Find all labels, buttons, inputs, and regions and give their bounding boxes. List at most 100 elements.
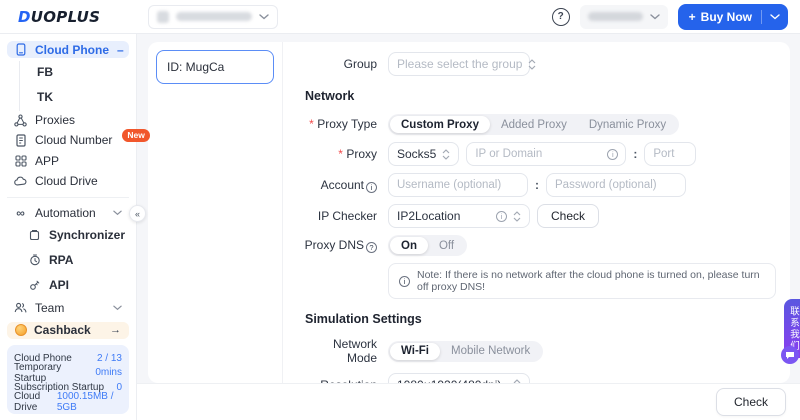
resolution-select[interactable]: 1080×1920(480dpi) (388, 373, 530, 383)
chevron-down-icon (650, 14, 660, 20)
brand-logo: DUOPLUS (0, 8, 137, 26)
sidebar-item-label: Synchronizer (49, 228, 125, 242)
logo-text: UOPLUS (31, 8, 100, 26)
check-button[interactable]: Check (537, 204, 599, 228)
chevron-down-icon (770, 14, 780, 20)
proxy-type-label: Proxy Type (303, 117, 377, 131)
chat-bubble-icon[interactable] (781, 346, 799, 364)
select-arrows-icon (442, 149, 450, 160)
logo-accent-letter: D (18, 8, 31, 26)
minus-icon[interactable]: – (117, 43, 124, 57)
cloud-drive-icon (14, 176, 27, 187)
proxy-type-option-custom[interactable]: Custom Proxy (390, 116, 490, 133)
proxy-type-option-dynamic[interactable]: Dynamic Proxy (578, 116, 677, 133)
buy-now-dropdown[interactable] (762, 14, 788, 20)
dns-option-off[interactable]: Off (428, 237, 465, 254)
select-arrows-icon (513, 211, 521, 222)
network-mode-option-mobile[interactable]: Mobile Network (440, 343, 541, 360)
stat-value: 2 / 13 (97, 353, 122, 364)
account-row: Accounti : (303, 173, 776, 197)
help-icon[interactable]: ? (552, 8, 570, 26)
team-icon (14, 302, 27, 313)
device-list: ID: MugCa (148, 42, 283, 383)
info-icon: i (366, 182, 377, 193)
stat-value: 1000.15MB / 5GB (57, 391, 122, 413)
proxy-type-segmented: Custom Proxy Added Proxy Dynamic Proxy (388, 114, 679, 135)
automation-icon: ∞ (14, 206, 27, 220)
rpa-icon (28, 254, 41, 266)
sidebar-item-label: API (49, 278, 69, 292)
group-row: Group Please select the group (303, 52, 776, 76)
sidebar-item-label: Automation (35, 206, 96, 220)
select-arrows-icon (528, 59, 536, 70)
sidebar-item-label: Cloud Phone (35, 43, 109, 57)
plus-icon: + (689, 10, 696, 24)
ip-checker-select[interactable]: IP2Location i (388, 204, 530, 228)
sidebar-item-label: TK (37, 90, 53, 104)
sidebar-item-label: APP (35, 154, 59, 168)
sidebar-item-label: FB (37, 65, 53, 79)
dns-option-on[interactable]: On (390, 237, 428, 254)
question-icon: ? (366, 242, 377, 253)
account-name-redacted (588, 12, 643, 21)
ip-domain-input[interactable] (466, 142, 626, 166)
cloud-phone-icon (14, 43, 27, 56)
device-item-selected[interactable]: ID: MugCa (156, 50, 274, 84)
protocol-select[interactable]: Socks5 (388, 142, 459, 166)
sidebar-item-label: Cloud Drive (35, 174, 98, 188)
footer-check-button[interactable]: Check (716, 388, 786, 416)
info-icon: i (496, 211, 507, 222)
sidebar-item-proxies[interactable]: Proxies (7, 111, 129, 128)
sidebar-item-fb[interactable]: FB (37, 61, 129, 83)
dns-note: i Note: If there is no network after the… (388, 263, 776, 299)
stat-label: Cloud Drive (14, 391, 57, 413)
main-area: ID: MugCa Group Please select the group … (137, 34, 800, 420)
sidebar-item-cloud-drive[interactable]: Cloud Drive (7, 173, 129, 190)
ip-checker-label: IP Checker (303, 209, 377, 223)
network-mode-option-wifi[interactable]: Wi-Fi (390, 343, 440, 360)
account-label: Accounti (303, 178, 377, 193)
resolution-row: Resolution 1080×1920(480dpi) (303, 373, 776, 383)
sidebar-item-cashback[interactable]: Cashback → (7, 322, 129, 339)
buy-now-label: Buy Now (701, 10, 752, 24)
buy-now-button[interactable]: + Buy Now (678, 4, 788, 30)
group-label: Group (303, 57, 377, 71)
group-select[interactable]: Please select the group (388, 52, 530, 76)
workspace-selector[interactable] (148, 5, 278, 29)
sidebar-item-api[interactable]: API (7, 274, 129, 296)
sidebar-item-rpa[interactable]: RPA (7, 249, 129, 271)
proxy-label: Proxy (303, 147, 377, 161)
account-menu[interactable] (580, 5, 668, 29)
sidebar-item-automation[interactable]: ∞ Automation (7, 204, 129, 221)
settings-form: Group Please select the group Network Pr… (283, 42, 790, 383)
new-badge: New (122, 129, 149, 142)
sidebar-item-app[interactable]: APP (7, 152, 129, 169)
sidebar-item-cloud-number[interactable]: Cloud Number New (7, 132, 129, 149)
sidebar-item-cloud-phone[interactable]: Cloud Phone – (7, 41, 129, 58)
sidebar-item-tk[interactable]: TK (37, 86, 129, 108)
api-icon (28, 279, 41, 291)
stat-row-cloud-drive: Cloud Drive 1000.15MB / 5GB (14, 395, 122, 410)
password-input[interactable] (546, 173, 686, 197)
sidebar-item-team[interactable]: Team (7, 299, 129, 316)
synchronizer-icon (28, 229, 41, 241)
ip-field-wrap: i (466, 142, 626, 166)
settings-card: ID: MugCa Group Please select the group … (148, 42, 790, 383)
stat-row-temporary-startup: Temporary Startup 0mins (14, 366, 122, 381)
sidebar-item-synchronizer[interactable]: Synchronizer (7, 224, 129, 246)
username-input[interactable] (388, 173, 528, 197)
sidebar-item-label: Team (35, 301, 64, 315)
coin-icon (15, 324, 27, 336)
sidebar: Cloud Phone – FB TK Proxies Cloud Number… (0, 34, 137, 420)
cloud-number-icon (14, 134, 27, 147)
port-input[interactable] (644, 142, 696, 166)
sidebar-item-label: Cashback (34, 323, 91, 337)
workspace-avatar (157, 11, 169, 23)
sidebar-collapse-button[interactable]: « (129, 205, 146, 222)
proxy-type-option-added[interactable]: Added Proxy (490, 116, 578, 133)
automation-subgroup: Synchronizer RPA API (7, 224, 129, 299)
proxy-type-row: Proxy Type Custom Proxy Added Proxy Dyna… (303, 114, 776, 135)
ip-checker-row: IP Checker IP2Location i Check (303, 204, 776, 228)
network-mode-label: Network Mode (303, 337, 377, 366)
workspace-name-redacted (176, 12, 252, 21)
